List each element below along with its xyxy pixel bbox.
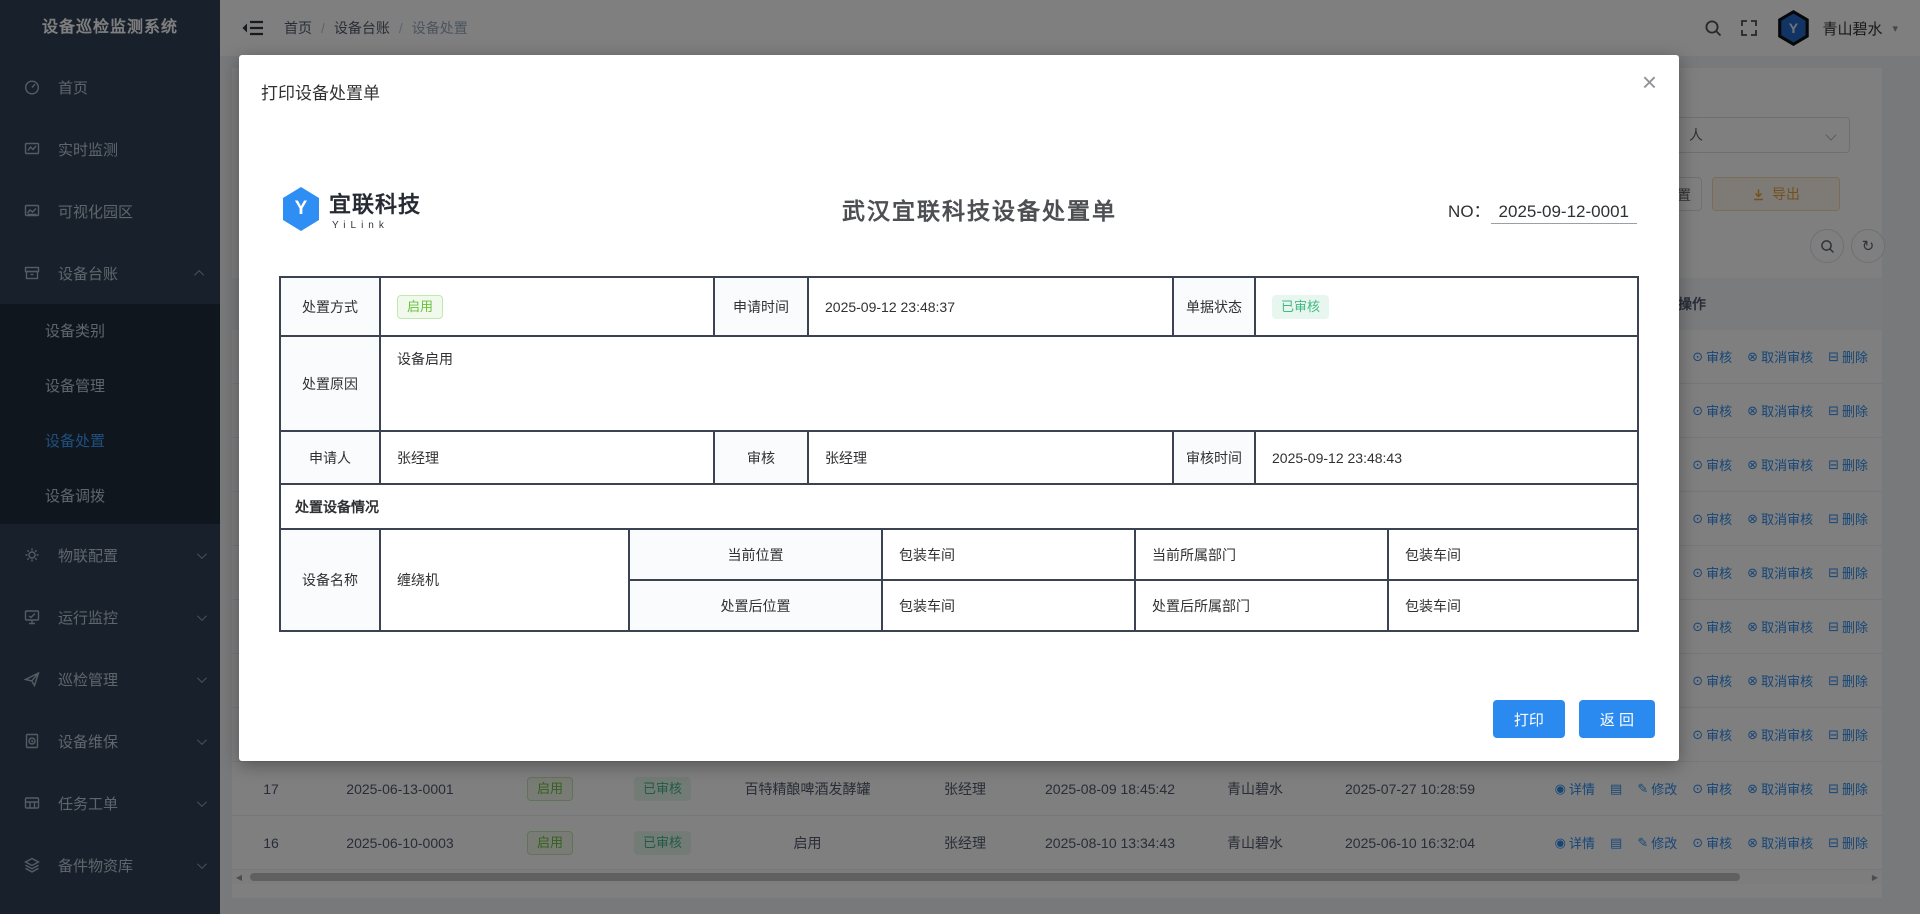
form-value-current-dept: 包装车间 [1388, 529, 1638, 580]
close-icon[interactable]: × [1642, 69, 1657, 95]
form-value-auditor: 张经理 [808, 431, 1173, 484]
app-window: 设备巡检监测系统 首页 实时监测 可视化园区 设备台账 设备类别 设备管理 设备… [0, 0, 1920, 914]
form-label: 处置方式 [280, 277, 380, 336]
form-label: 审核 [714, 431, 808, 484]
document-number: NO：2025-09-12-0001 [1448, 197, 1637, 222]
disposal-form: 处置方式 启用 申请时间 2025-09-12 23:48:37 单据状态 已审… [279, 276, 1637, 632]
form-label: 申请时间 [714, 277, 808, 336]
disposal-form-table-device: 设备名称 缠绕机 当前位置 包装车间 当前所属部门 包装车间 处置后位置 包装车… [279, 528, 1639, 632]
modal-title: 打印设备处置单 [261, 79, 380, 104]
form-value-applicant: 张经理 [380, 431, 714, 484]
form-label: 单据状态 [1173, 277, 1255, 336]
form-label: 申请人 [280, 431, 380, 484]
form-value-reason: 设备启用 [380, 336, 1638, 431]
form-label: 当前所属部门 [1135, 529, 1388, 580]
form-label: 处置原因 [280, 336, 380, 431]
logo-subtitle: YiLink [329, 220, 421, 231]
form-label: 处置后所属部门 [1135, 580, 1388, 631]
form-value-after-dept: 包装车间 [1388, 580, 1638, 631]
logo-hexagon-icon: Y [281, 187, 321, 231]
form-value-method: 启用 [380, 277, 714, 336]
disposal-form-table-main: 处置方式 启用 申请时间 2025-09-12 23:48:37 单据状态 已审… [279, 276, 1639, 530]
form-value-after-location: 包装车间 [882, 580, 1135, 631]
section-title: 处置设备情况 [280, 484, 1638, 529]
form-label: 处置后位置 [629, 580, 882, 631]
company-logo: Y 宜联科技 YiLink [281, 187, 511, 231]
form-value-apply-time: 2025-09-12 23:48:37 [808, 277, 1173, 336]
document-number-value: 2025-09-12-0001 [1491, 202, 1637, 224]
form-value-audit-time: 2025-09-12 23:48:43 [1255, 431, 1638, 484]
form-value-current-location: 包装车间 [882, 529, 1135, 580]
form-label: 审核时间 [1173, 431, 1255, 484]
document-title: 武汉宜联科技设备处置单 [511, 192, 1448, 226]
form-label: 当前位置 [629, 529, 882, 580]
form-value-status: 已审核 [1255, 277, 1638, 336]
print-disposal-modal: 打印设备处置单 × Y 宜联科技 YiLink 武汉宜联科技设备处置单 NO：2… [239, 55, 1679, 761]
back-button[interactable]: 返 回 [1579, 700, 1655, 738]
print-button[interactable]: 打印 [1493, 700, 1565, 738]
form-label: 设备名称 [280, 529, 380, 631]
method-badge: 启用 [397, 295, 443, 319]
document-header: Y 宜联科技 YiLink 武汉宜联科技设备处置单 NO：2025-09-12-… [281, 183, 1637, 235]
modal-footer: 打印 返 回 [1493, 700, 1655, 738]
status-badge: 已审核 [1272, 295, 1329, 319]
logo-name: 宜联科技 [329, 187, 421, 219]
form-value-device: 缠绕机 [380, 529, 629, 631]
